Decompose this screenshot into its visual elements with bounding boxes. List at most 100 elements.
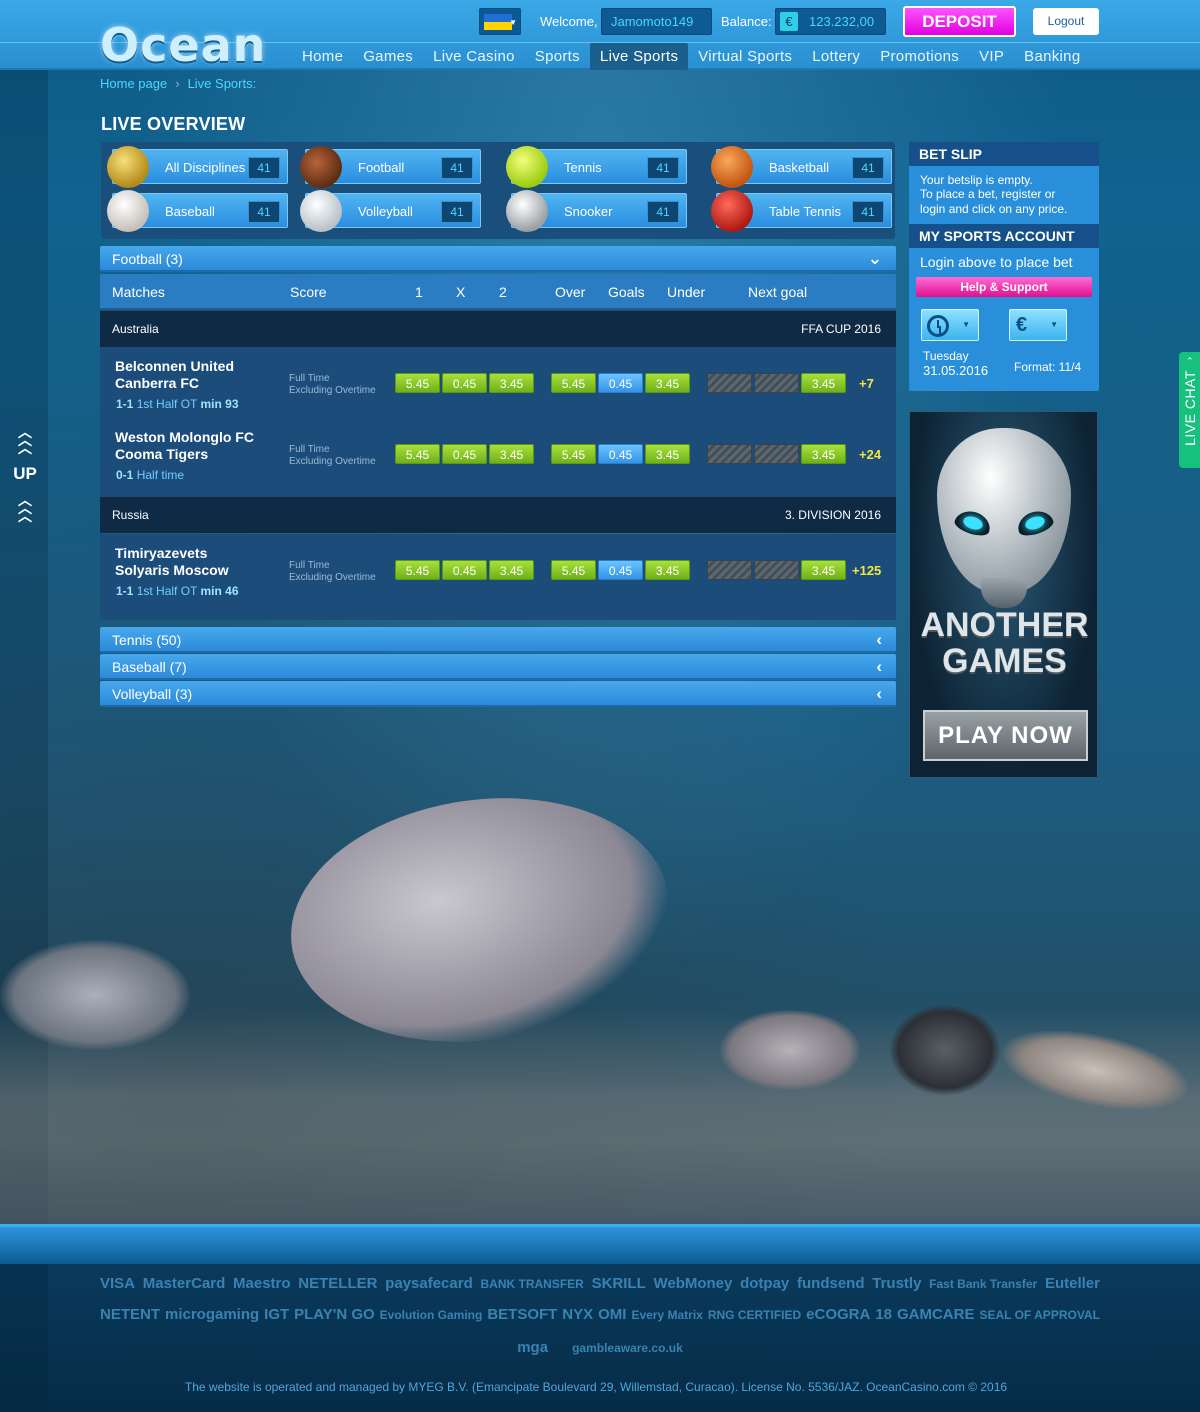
odd-button-goals[interactable]: 0.45 bbox=[598, 560, 643, 580]
home-team: Weston Molonglo FC bbox=[115, 429, 254, 445]
footer-logo-mga: mga bbox=[517, 1339, 549, 1356]
odd-button-disabled bbox=[707, 560, 752, 580]
breadcrumb-live-sports[interactable]: Live Sports: bbox=[188, 76, 257, 91]
nav-lottery[interactable]: Lottery bbox=[802, 43, 870, 70]
shell-decoration bbox=[890, 1005, 1000, 1095]
footer-logo-trustly: Trustly bbox=[872, 1275, 922, 1292]
logo[interactable]: Ocean bbox=[100, 18, 266, 72]
discipline-label: Table Tennis bbox=[769, 204, 842, 219]
discipline-count: 41 bbox=[647, 157, 679, 179]
breadcrumb-home[interactable]: Home page bbox=[100, 76, 167, 91]
currency-selector[interactable]: € ▼ bbox=[1009, 309, 1067, 341]
nav-banking[interactable]: Banking bbox=[1014, 43, 1090, 70]
ukraine-flag-icon bbox=[484, 14, 512, 30]
discipline-basketball[interactable]: Basketball 41 bbox=[711, 146, 892, 188]
football-section-header[interactable]: Football (3) ⌄ bbox=[100, 246, 896, 272]
basketball-icon bbox=[711, 146, 753, 188]
footer-band bbox=[0, 1224, 1200, 1264]
breadcrumb: Home page › Live Sports: bbox=[100, 76, 256, 91]
match-row[interactable]: Timiryazevets Solyaris Moscow 1-1 1st Half… bbox=[100, 534, 896, 604]
more-markets-link[interactable]: +125 bbox=[852, 563, 881, 578]
chevron-down-icon: ▼ bbox=[509, 18, 517, 27]
nav-virtual-sports[interactable]: Virtual Sports bbox=[688, 43, 802, 70]
discipline-football[interactable]: Football 41 bbox=[300, 146, 481, 188]
footer-logo-euteller: Euteller bbox=[1044, 1275, 1100, 1292]
footer-logo-evolution-gaming: Evolution Gaming bbox=[379, 1307, 483, 1322]
more-markets-link[interactable]: +24 bbox=[859, 447, 881, 462]
match-status: 1st Half OT bbox=[136, 397, 198, 411]
username-field[interactable]: Jamomoto149 bbox=[601, 8, 712, 35]
league-header: Russia 3. DIVISION 2016 bbox=[100, 496, 896, 533]
odd-button-next-goal[interactable]: 3.45 bbox=[801, 373, 846, 393]
live-chat-tab[interactable]: ⌃ LIVE CHAT bbox=[1179, 352, 1200, 468]
odd-button-1x2[interactable]: 3.45 bbox=[489, 444, 534, 464]
odd-button-disabled bbox=[754, 560, 799, 580]
footer-logo-neteller: NETELLER bbox=[298, 1275, 378, 1292]
footer-logo-paysafecard: paysafecard bbox=[385, 1275, 473, 1292]
time-selector[interactable]: ▼ bbox=[921, 309, 979, 341]
away-team: Cooma Tigers bbox=[115, 446, 209, 462]
odd-button-goals[interactable]: 3.45 bbox=[645, 560, 690, 580]
discipline-label: Volleyball bbox=[358, 204, 413, 219]
nav-promotions[interactable]: Promotions bbox=[870, 43, 969, 70]
match-status: Half time bbox=[136, 468, 185, 482]
odd-button-1x2[interactable]: 0.45 bbox=[442, 560, 487, 580]
nav-games[interactable]: Games bbox=[353, 43, 423, 70]
baseball-section-header[interactable]: Baseball (7) ‹ bbox=[100, 654, 896, 680]
odd-button-1x2[interactable]: 3.45 bbox=[489, 560, 534, 580]
odd-button-1x2[interactable]: 3.45 bbox=[489, 373, 534, 393]
odd-button-goals[interactable]: 3.45 bbox=[645, 373, 690, 393]
odd-button-1x2[interactable]: 5.45 bbox=[395, 373, 440, 393]
match-list: Belconnen United Canberra FC 1-1 1st Half … bbox=[100, 347, 896, 496]
odd-button-goals[interactable]: 5.45 bbox=[551, 373, 596, 393]
nav-sports[interactable]: Sports bbox=[525, 43, 590, 70]
discipline-volleyball[interactable]: Volleyball 41 bbox=[300, 190, 481, 232]
discipline-label: Tennis bbox=[564, 160, 602, 175]
play-now-button[interactable]: PLAY NOW bbox=[923, 710, 1088, 761]
soccer-ball-icon bbox=[506, 190, 548, 232]
footer-logo-bank-transfer: BANK TRANSFER bbox=[480, 1276, 584, 1291]
logout-button[interactable]: Logout bbox=[1033, 8, 1099, 35]
nav-live-casino[interactable]: Live Casino bbox=[423, 43, 525, 70]
account-title: MY SPORTS ACCOUNT bbox=[909, 224, 1099, 248]
odd-button-next-goal[interactable]: 3.45 bbox=[801, 444, 846, 464]
language-selector[interactable]: ▼ bbox=[479, 8, 521, 35]
odd-button-1x2[interactable]: 5.45 bbox=[395, 560, 440, 580]
discipline-snooker[interactable]: Snooker 41 bbox=[506, 190, 687, 232]
payment-row-1: VISA MasterCard Maestro NETELLER paysafecard… bbox=[100, 1275, 1100, 1292]
volleyball-section-header[interactable]: Volleyball (3) ‹ bbox=[100, 681, 896, 707]
another-games-banner[interactable]: ANOTHER GAMES PLAY NOW bbox=[909, 411, 1098, 778]
discipline-baseball[interactable]: Baseball 41 bbox=[107, 190, 288, 232]
chevron-right-icon: › bbox=[175, 76, 180, 91]
odd-button-1x2[interactable]: 0.45 bbox=[442, 444, 487, 464]
nav-vip[interactable]: VIP bbox=[969, 43, 1014, 70]
deposit-button[interactable]: DEPOSIT bbox=[903, 6, 1016, 37]
odd-button-goals[interactable]: 3.45 bbox=[645, 444, 690, 464]
odd-button-1x2[interactable]: 5.45 bbox=[395, 444, 440, 464]
odd-button-goals[interactable]: 0.45 bbox=[598, 444, 643, 464]
footer-logo-fundsend: fundsend bbox=[797, 1275, 865, 1292]
match-score-line: 1-1 1st Half OT min 46 bbox=[116, 584, 239, 598]
odd-button-goals[interactable]: 0.45 bbox=[598, 373, 643, 393]
tennis-section-header[interactable]: Tennis (50) ‹ bbox=[100, 627, 896, 653]
nav-live-sports[interactable]: Live Sports bbox=[589, 43, 689, 70]
league-country: Australia bbox=[112, 322, 159, 336]
nav-home[interactable]: Home bbox=[292, 43, 353, 70]
help-support-button[interactable]: Help & Support bbox=[916, 277, 1092, 297]
match-row[interactable]: Weston Molonglo FC Cooma Tigers 0-1 Half t… bbox=[100, 418, 896, 488]
discipline-table-tennis[interactable]: Table Tennis 41 bbox=[711, 190, 892, 232]
match-row[interactable]: Belconnen United Canberra FC 1-1 1st Half … bbox=[100, 347, 896, 417]
discipline-tennis[interactable]: Tennis 41 bbox=[506, 146, 687, 188]
more-markets-link[interactable]: +7 bbox=[859, 376, 874, 391]
header: Ocean ▼ Welcome, Jamomoto149 Balance: € … bbox=[0, 0, 1200, 72]
odd-button-1x2[interactable]: 0.45 bbox=[442, 373, 487, 393]
odd-button-goals[interactable]: 5.45 bbox=[551, 444, 596, 464]
scroll-up-button[interactable]: ︿ ︿ ︿ UP ︿ ︿ ︿ bbox=[12, 425, 38, 523]
tennis-ball-icon bbox=[506, 146, 548, 188]
balance-field: € 123.232,00 bbox=[775, 8, 886, 35]
odd-button-goals[interactable]: 5.45 bbox=[551, 560, 596, 580]
odd-button-next-goal[interactable]: 3.45 bbox=[801, 560, 846, 580]
discipline-all-disciplines[interactable]: All Disciplines 41 bbox=[107, 146, 288, 188]
col-next-goal: Next goal bbox=[748, 284, 808, 300]
footer-logo-every-matrix: Every Matrix bbox=[631, 1307, 703, 1322]
